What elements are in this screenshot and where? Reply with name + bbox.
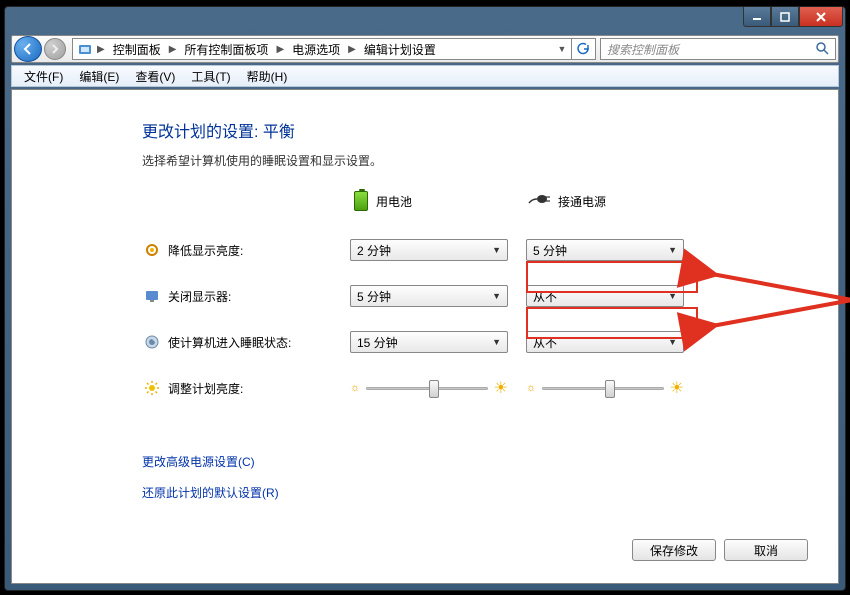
forward-button[interactable] bbox=[44, 38, 66, 60]
chevron-down-icon: ▼ bbox=[668, 291, 677, 301]
close-button[interactable] bbox=[799, 7, 843, 27]
sleep-battery-value: 15 分钟 bbox=[357, 334, 398, 351]
row-dim-label: 降低显示亮度: bbox=[162, 242, 350, 259]
col-plugged: 接通电源 bbox=[528, 191, 702, 211]
off-plugged-value: 从不 bbox=[533, 288, 557, 305]
off-plugged-combo[interactable]: 从不 ▼ bbox=[526, 285, 684, 307]
sun-small-icon: ☼ bbox=[350, 382, 360, 394]
slider-track[interactable] bbox=[542, 387, 664, 390]
dim-plugged-value: 5 分钟 bbox=[533, 242, 567, 259]
brightness-plugged-slider[interactable]: ☼ ☀ bbox=[526, 374, 684, 402]
row-dim: 降低显示亮度: 2 分钟 ▼ 5 分钟 ▼ bbox=[142, 227, 838, 273]
breadcrumb-item[interactable]: 编辑计划设置 bbox=[360, 41, 440, 58]
sleep-battery-combo[interactable]: 15 分钟 ▼ bbox=[350, 331, 508, 353]
address-dropdown-icon[interactable]: ▼ bbox=[553, 44, 571, 54]
maximize-button[interactable] bbox=[771, 7, 799, 27]
sleep-icon bbox=[142, 332, 162, 352]
slider-thumb[interactable] bbox=[429, 380, 439, 398]
breadcrumb-sep: ▶ bbox=[93, 44, 109, 55]
chevron-down-icon: ▼ bbox=[492, 337, 501, 347]
menu-help[interactable]: 帮助(H) bbox=[239, 68, 296, 85]
monitor-icon bbox=[142, 286, 162, 306]
page-subtitle: 选择希望计算机使用的睡眠设置和显示设置。 bbox=[142, 152, 838, 169]
address-bar[interactable]: ▶ 控制面板 ▶ 所有控制面板项 ▶ 电源选项 ▶ 编辑计划设置 ▼ bbox=[72, 38, 596, 60]
row-sleep-label: 使计算机进入睡眠状态: bbox=[162, 334, 350, 351]
breadcrumb-item[interactable]: 电源选项 bbox=[288, 41, 344, 58]
brightness-battery-slider[interactable]: ☼ ☀ bbox=[350, 374, 508, 402]
sun-big-icon: ☀ bbox=[494, 378, 508, 398]
menu-view[interactable]: 查看(V) bbox=[127, 68, 183, 85]
sun-big-icon: ☀ bbox=[670, 378, 684, 398]
dim-plugged-combo[interactable]: 5 分钟 ▼ bbox=[526, 239, 684, 261]
sleep-plugged-value: 从不 bbox=[533, 334, 557, 351]
slider-track[interactable] bbox=[366, 387, 488, 390]
off-battery-combo[interactable]: 5 分钟 ▼ bbox=[350, 285, 508, 307]
row-brightness-label: 调整计划亮度: bbox=[162, 380, 350, 397]
links: 更改高级电源设置(C) 还原此计划的默认设置(R) bbox=[142, 453, 838, 501]
search-icon[interactable] bbox=[815, 41, 829, 58]
off-battery-value: 5 分钟 bbox=[357, 288, 391, 305]
breadcrumb-item[interactable]: 所有控制面板项 bbox=[180, 41, 272, 58]
col-battery: 用电池 bbox=[354, 191, 528, 211]
row-off: 关闭显示器: 5 分钟 ▼ 从不 ▼ bbox=[142, 273, 838, 319]
breadcrumb-sep: ▶ bbox=[272, 44, 288, 55]
minimize-button[interactable] bbox=[743, 7, 771, 27]
breadcrumb-item[interactable]: 控制面板 bbox=[109, 41, 165, 58]
page-title: 更改计划的设置: 平衡 bbox=[142, 118, 838, 142]
plug-icon bbox=[528, 192, 550, 211]
chevron-down-icon: ▼ bbox=[668, 337, 677, 347]
back-button[interactable] bbox=[14, 36, 42, 62]
titlebar bbox=[5, 7, 845, 35]
restore-link[interactable]: 还原此计划的默认设置(R) bbox=[142, 484, 838, 501]
dim-battery-value: 2 分钟 bbox=[357, 242, 391, 259]
menu-edit[interactable]: 编辑(E) bbox=[71, 68, 127, 85]
dialog-buttons: 保存修改 取消 bbox=[632, 539, 808, 561]
cancel-button[interactable]: 取消 bbox=[724, 539, 808, 561]
battery-icon bbox=[354, 191, 368, 211]
control-panel-icon bbox=[77, 41, 93, 57]
row-sleep: 使计算机进入睡眠状态: 15 分钟 ▼ 从不 ▼ bbox=[142, 319, 838, 365]
sleep-plugged-combo[interactable]: 从不 ▼ bbox=[526, 331, 684, 353]
col-plugged-label: 接通电源 bbox=[558, 193, 606, 210]
slider-thumb[interactable] bbox=[605, 380, 615, 398]
chevron-down-icon: ▼ bbox=[668, 245, 677, 255]
row-brightness: 调整计划亮度: ☼ ☀ ☼ ☀ bbox=[142, 365, 838, 411]
client-area: 更改计划的设置: 平衡 选择希望计算机使用的睡眠设置和显示设置。 用电池 接通电… bbox=[11, 89, 839, 584]
col-battery-label: 用电池 bbox=[376, 193, 412, 210]
search-input[interactable]: 搜索控制面板 bbox=[600, 38, 836, 60]
dim-battery-combo[interactable]: 2 分钟 ▼ bbox=[350, 239, 508, 261]
search-placeholder: 搜索控制面板 bbox=[607, 41, 679, 58]
save-button[interactable]: 保存修改 bbox=[632, 539, 716, 561]
menu-file[interactable]: 文件(F) bbox=[16, 68, 71, 85]
chevron-down-icon: ▼ bbox=[492, 291, 501, 301]
window-frame: ▶ 控制面板 ▶ 所有控制面板项 ▶ 电源选项 ▶ 编辑计划设置 ▼ 搜索控制面… bbox=[4, 6, 846, 591]
sun-small-icon: ☼ bbox=[526, 382, 536, 394]
nav-toolbar: ▶ 控制面板 ▶ 所有控制面板项 ▶ 电源选项 ▶ 编辑计划设置 ▼ 搜索控制面… bbox=[11, 35, 839, 63]
advanced-link[interactable]: 更改高级电源设置(C) bbox=[142, 453, 838, 470]
breadcrumb-sep: ▶ bbox=[165, 44, 181, 55]
menu-bar: 文件(F) 编辑(E) 查看(V) 工具(T) 帮助(H) bbox=[11, 65, 839, 87]
row-off-label: 关闭显示器: bbox=[162, 288, 350, 305]
chevron-down-icon: ▼ bbox=[492, 245, 501, 255]
content: 更改计划的设置: 平衡 选择希望计算机使用的睡眠设置和显示设置。 用电池 接通电… bbox=[12, 90, 838, 583]
breadcrumb-sep: ▶ bbox=[344, 44, 360, 55]
dim-icon bbox=[142, 240, 162, 260]
brightness-icon bbox=[142, 378, 162, 398]
refresh-button[interactable] bbox=[571, 38, 595, 60]
column-headers: 用电池 接通电源 bbox=[354, 191, 838, 211]
menu-tools[interactable]: 工具(T) bbox=[183, 68, 238, 85]
